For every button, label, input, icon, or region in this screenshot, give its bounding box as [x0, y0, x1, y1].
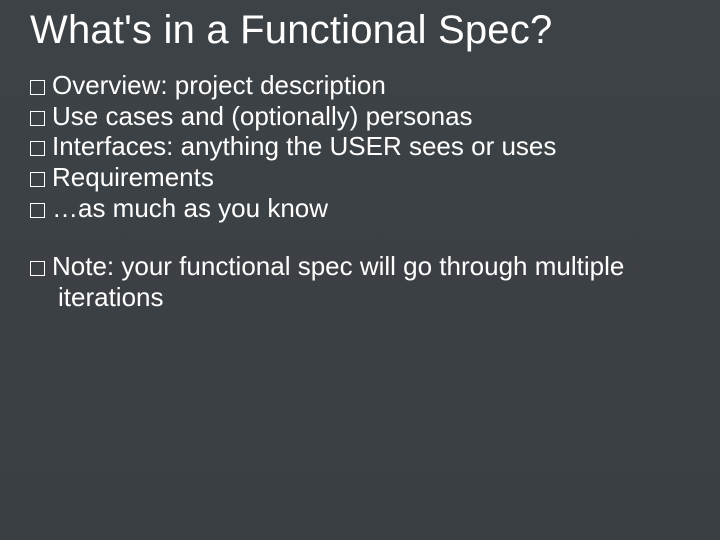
- slide: What's in a Functional Spec? Overview: p…: [0, 0, 720, 540]
- square-bullet-icon: [30, 203, 45, 218]
- bullet-text: Use cases and (optionally) personas: [52, 101, 473, 131]
- square-bullet-icon: [30, 261, 45, 276]
- bullet-text: Requirements: [52, 162, 214, 192]
- list-item: Interfaces: anything the USER sees or us…: [30, 131, 702, 162]
- bullet-text: …as much as you know: [52, 193, 328, 223]
- bullet-text: Overview: project description: [52, 70, 386, 100]
- bullet-text: Interfaces: anything the USER sees or us…: [52, 131, 556, 161]
- slide-body: Overview: project description Use cases …: [30, 70, 702, 313]
- list-item: …as much as you know: [30, 193, 702, 224]
- square-bullet-icon: [30, 141, 45, 156]
- list-item: Use cases and (optionally) personas: [30, 101, 702, 132]
- square-bullet-icon: [30, 111, 45, 126]
- list-item: Overview: project description: [30, 70, 702, 101]
- square-bullet-icon: [30, 80, 45, 95]
- list-item: Requirements: [30, 162, 702, 193]
- bullet-group-note: Note: your functional spec will go throu…: [30, 251, 702, 312]
- square-bullet-icon: [30, 172, 45, 187]
- bullet-text: Note: your functional spec will go throu…: [52, 251, 624, 312]
- slide-title: What's in a Functional Spec?: [30, 8, 702, 52]
- list-item: Note: your functional spec will go throu…: [30, 251, 702, 312]
- bullet-group-main: Overview: project description Use cases …: [30, 70, 702, 223]
